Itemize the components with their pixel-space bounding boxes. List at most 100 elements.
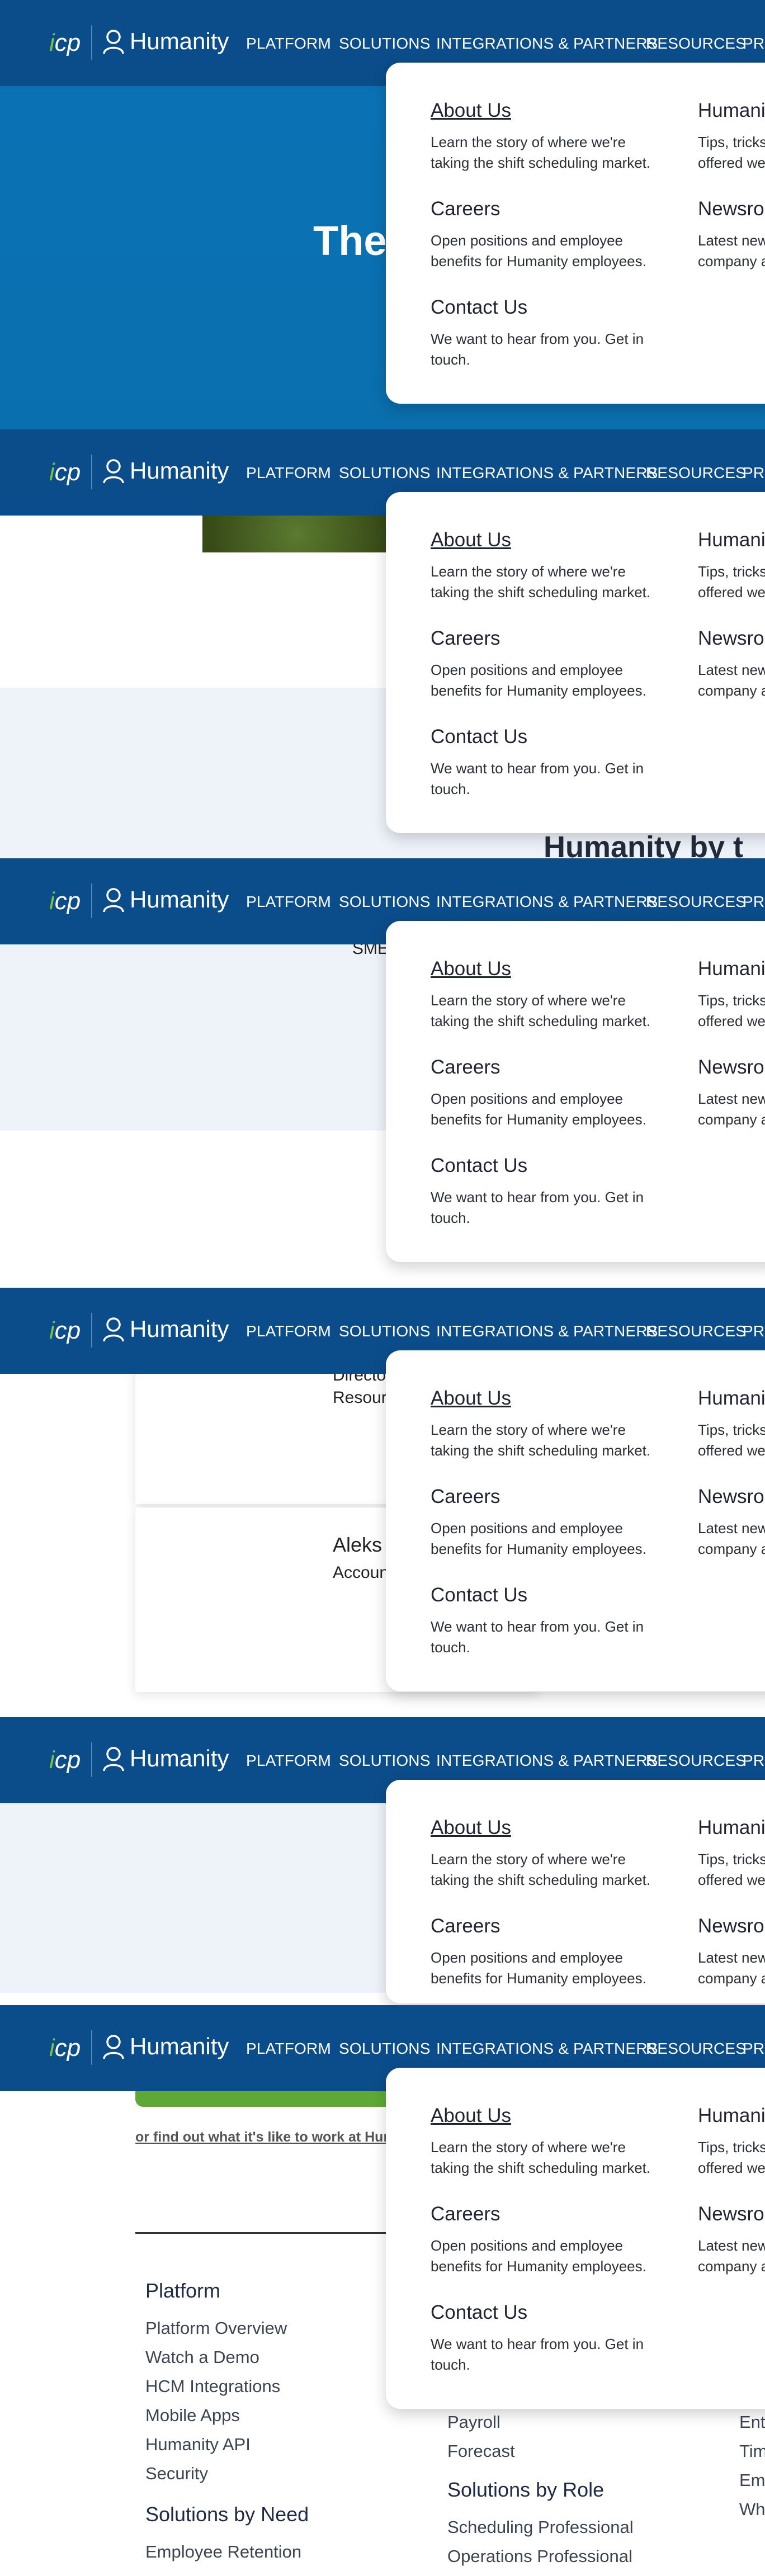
dropdown-careers[interactable]: Careers Open positions and employee benef…	[431, 198, 665, 272]
dropdown-about-us[interactable]: About Us Learn the story of where we're t…	[431, 2105, 665, 2178]
nav-pr[interactable]: PR	[743, 1322, 764, 1340]
nav-platform[interactable]: PLATFORM	[246, 35, 331, 53]
dropdown-item-title: Careers	[431, 198, 500, 220]
footer-middle-column: Payroll Forecast Solutions by Role Sched…	[447, 2408, 634, 2571]
nav-pr[interactable]: PR	[743, 1752, 764, 1770]
dropdown-humanity-blog[interactable]: Humani Tips, tricks offered we	[698, 2105, 765, 2178]
icp-logo[interactable]: icp	[49, 459, 81, 486]
dropdown-newsroom[interactable]: Newsro Latest new company a	[698, 198, 765, 272]
footer-right-column: Ent Tim Em Wh	[739, 2408, 765, 2524]
dropdown-humanity-blog[interactable]: Humani Tips, tricks offered we	[698, 1817, 765, 1890]
footer-link-right-3[interactable]: Em	[739, 2466, 765, 2495]
user-icon	[102, 887, 125, 913]
nav-solutions[interactable]: SOLUTIONS	[339, 1322, 431, 1340]
company-dropdown-menu: About Us Learn the story of where we're t…	[386, 492, 765, 833]
dropdown-about-us[interactable]: About Us Learn the story of where we're t…	[431, 958, 665, 1032]
footer-heading-role: Solutions by Role	[447, 2478, 605, 2501]
nav-platform[interactable]: PLATFORM	[246, 893, 331, 911]
dropdown-newsroom[interactable]: Newsro Latest new company a	[698, 1915, 765, 1989]
nav-platform[interactable]: PLATFORM	[246, 1752, 331, 1770]
footer-link-right-2[interactable]: Tim	[739, 2437, 765, 2466]
nav-resources[interactable]: RESOURCES	[646, 464, 746, 482]
nav-resources[interactable]: RESOURCES	[646, 1322, 746, 1340]
nav-solutions[interactable]: SOLUTIONS	[339, 2040, 431, 2058]
nav-pr[interactable]: PR	[743, 464, 764, 482]
nav-resources[interactable]: RESOURCES	[646, 2040, 746, 2058]
dropdown-newsroom[interactable]: Newsro Latest new company a	[698, 1056, 765, 1130]
humanity-logo-text[interactable]: Humanity	[130, 2033, 229, 2060]
footer-link-right-1[interactable]: Ent	[739, 2408, 765, 2437]
footer-link-platform-overview[interactable]: Platform Overview	[145, 2314, 309, 2343]
dropdown-contact-us[interactable]: Contact Us We want to hear from you. Get …	[431, 1155, 665, 1228]
icp-logo[interactable]: icp	[49, 887, 81, 915]
careers-link[interactable]: or find out what it's like to work at Hu…	[135, 2129, 396, 2145]
footer-link-hcm-integrations[interactable]: HCM Integrations	[145, 2372, 309, 2401]
nav-pr[interactable]: PR	[743, 893, 764, 911]
footer-link-watch-demo[interactable]: Watch a Demo	[145, 2343, 309, 2372]
nav-solutions[interactable]: SOLUTIONS	[339, 464, 431, 482]
nav-solutions[interactable]: SOLUTIONS	[339, 1752, 431, 1770]
footer-link-mobile-apps[interactable]: Mobile Apps	[145, 2401, 309, 2430]
nav-integrations-partners[interactable]: INTEGRATIONS & PARTNERS	[436, 893, 658, 911]
nav-integrations-partners[interactable]: INTEGRATIONS & PARTNERS	[436, 1322, 658, 1340]
nav-integrations-partners[interactable]: INTEGRATIONS & PARTNERS	[436, 1752, 658, 1770]
footer-platform-column: Platform Platform Overview Watch a Demo …	[145, 2279, 309, 2566]
dropdown-item-title: Careers	[431, 627, 500, 649]
humanity-logo-text[interactable]: Humanity	[130, 886, 229, 913]
icp-logo[interactable]: icp	[49, 2034, 81, 2062]
dropdown-careers[interactable]: Careers Open positions and employee benef…	[431, 1056, 665, 1130]
humanity-logo-text[interactable]: Humanity	[130, 457, 229, 484]
dropdown-contact-us[interactable]: Contact Us We want to hear from you. Get …	[431, 1584, 665, 1658]
nav-resources[interactable]: RESOURCES	[646, 1752, 746, 1770]
footer-link-payroll[interactable]: Payroll	[447, 2408, 634, 2437]
dropdown-careers[interactable]: Careers Open positions and employee benef…	[431, 2203, 665, 2277]
dropdown-newsroom[interactable]: Newsro Latest new company a	[698, 627, 765, 701]
dropdown-newsroom[interactable]: Newsro Latest new company a	[698, 2203, 765, 2277]
nav-resources[interactable]: RESOURCES	[646, 893, 746, 911]
dropdown-careers[interactable]: Careers Open positions and employee benef…	[431, 1486, 665, 1559]
dropdown-contact-us[interactable]: Contact Us We want to hear from you. Get …	[431, 296, 665, 370]
nav-solutions[interactable]: SOLUTIONS	[339, 893, 431, 911]
dropdown-newsroom[interactable]: Newsro Latest new company a	[698, 1486, 765, 1559]
company-dropdown-menu: About Us Learn the story of where we're t…	[386, 2068, 765, 2409]
nav-integrations-partners[interactable]: INTEGRATIONS & PARTNERS	[436, 35, 658, 53]
dropdown-contact-us[interactable]: Contact Us We want to hear from you. Get …	[431, 2301, 665, 2375]
icp-logo[interactable]: icp	[49, 1746, 81, 1774]
footer-link-right-4[interactable]: Wh	[739, 2495, 765, 2524]
dropdown-humanity-blog[interactable]: Humani Tips, tricks offered we	[698, 958, 765, 1032]
icp-logo[interactable]: icp	[49, 1317, 81, 1345]
dropdown-about-us[interactable]: About Us Learn the story of where we're t…	[431, 1817, 665, 1890]
logo-divider	[91, 2030, 92, 2065]
icp-logo[interactable]: icp	[49, 29, 81, 57]
nav-pr[interactable]: PR	[743, 35, 764, 53]
dropdown-about-us[interactable]: About Us Learn the story of where we're t…	[431, 1387, 665, 1461]
humanity-logo-text[interactable]: Humanity	[130, 1316, 229, 1343]
footer-link-forecast[interactable]: Forecast	[447, 2437, 634, 2466]
nav-platform[interactable]: PLATFORM	[246, 2040, 331, 2058]
humanity-logo-text[interactable]: Humanity	[130, 28, 229, 55]
dropdown-careers[interactable]: Careers Open positions and employee benef…	[431, 1915, 665, 1989]
dropdown-humanity-blog[interactable]: Humani Tips, tricks offered we	[698, 100, 765, 173]
team-card-role: Accoun	[333, 1563, 389, 1582]
nav-resources[interactable]: RESOURCES	[646, 35, 746, 53]
dropdown-humanity-blog[interactable]: Humani Tips, tricks offered we	[698, 529, 765, 603]
nav-solutions[interactable]: SOLUTIONS	[339, 35, 431, 53]
dropdown-item-description: We want to hear from you. Get in touch.	[431, 330, 644, 368]
footer-link-operations-professional[interactable]: Operations Professional	[447, 2542, 634, 2571]
nav-platform[interactable]: PLATFORM	[246, 464, 331, 482]
dropdown-careers[interactable]: Careers Open positions and employee benef…	[431, 627, 665, 701]
dropdown-contact-us[interactable]: Contact Us We want to hear from you. Get …	[431, 726, 665, 800]
footer-link-employee-retention[interactable]: Employee Retention	[145, 2537, 309, 2566]
nav-platform[interactable]: PLATFORM	[246, 1322, 331, 1340]
dropdown-item-description: We want to hear from you. Get in touch.	[431, 760, 644, 797]
footer-link-humanity-api[interactable]: Humanity API	[145, 2430, 309, 2459]
dropdown-humanity-blog[interactable]: Humani Tips, tricks offered we	[698, 1387, 765, 1461]
nav-integrations-partners[interactable]: INTEGRATIONS & PARTNERS	[436, 464, 658, 482]
dropdown-about-us[interactable]: About Us Learn the story of where we're t…	[431, 529, 665, 603]
nav-integrations-partners[interactable]: INTEGRATIONS & PARTNERS	[436, 2040, 658, 2058]
footer-link-security[interactable]: Security	[145, 2459, 309, 2488]
nav-pr[interactable]: PR	[743, 2040, 764, 2058]
dropdown-about-us[interactable]: About Us Learn the story of where we're t…	[431, 100, 665, 173]
humanity-logo-text[interactable]: Humanity	[130, 1745, 229, 1772]
footer-link-scheduling-professional[interactable]: Scheduling Professional	[447, 2513, 634, 2542]
